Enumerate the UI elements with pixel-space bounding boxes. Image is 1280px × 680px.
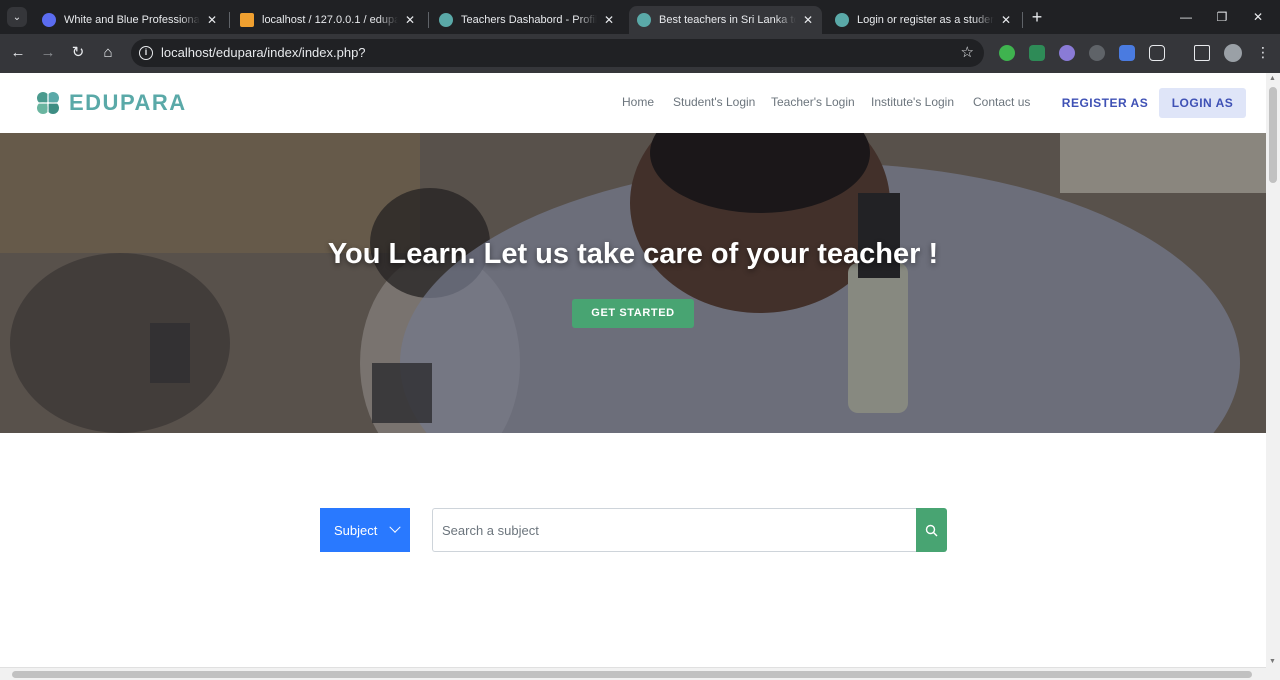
get-started-button[interactable]: GET STARTED	[572, 299, 694, 328]
tab-search-button[interactable]: ⌄	[7, 7, 27, 27]
subject-search-input[interactable]	[432, 508, 916, 552]
tab-favicon-icon	[240, 13, 254, 27]
minimize-window-icon[interactable]: —	[1174, 7, 1198, 27]
site-header: EDUPARA Home Student's Login Teacher's L…	[0, 73, 1266, 133]
close-window-icon[interactable]: ✕	[1246, 7, 1270, 27]
browser-tab[interactable]: localhost / 127.0.0.1 / edupara ✕	[232, 6, 424, 34]
subject-dropdown-label: Subject	[334, 522, 378, 538]
page-viewport: EDUPARA Home Student's Login Teacher's L…	[0, 73, 1266, 667]
horizontal-scrollbar[interactable]	[0, 667, 1266, 680]
browser-tab-strip: ⌄ White and Blue Professional Mo ✕ local…	[0, 0, 1280, 34]
extension-gear-icon[interactable]	[1089, 45, 1105, 61]
site-logo[interactable]: EDUPARA	[34, 89, 187, 117]
tab-title: Teachers Dashabord - Profile | E	[461, 14, 597, 26]
extension-sheet-icon[interactable]	[1029, 45, 1045, 61]
address-url[interactable]: localhost/edupara/index/index.php?	[161, 45, 366, 60]
tab-title: Best teachers in Sri Lanka to bri	[659, 14, 796, 26]
logo-text: EDUPARA	[69, 90, 187, 115]
tab-favicon-icon	[42, 13, 56, 27]
nav-institutes-login[interactable]: Institute's Login	[871, 95, 954, 109]
browser-tab[interactable]: Login or register as a student | ✕	[827, 6, 1020, 34]
tab-favicon-icon	[835, 13, 849, 27]
search-button[interactable]	[916, 508, 947, 552]
tab-favicon-icon	[637, 13, 651, 27]
chevron-down-icon	[389, 521, 402, 533]
browser-menu-icon[interactable]: ⋮	[1256, 44, 1270, 61]
profile-avatar[interactable]	[1224, 44, 1242, 62]
side-panel-icon[interactable]	[1194, 45, 1210, 61]
extension-n-icon[interactable]	[999, 45, 1015, 61]
close-tab-icon[interactable]: ✕	[998, 12, 1014, 28]
hero-overlay	[0, 133, 1266, 433]
bookmark-star-icon[interactable]: ☆	[961, 43, 974, 61]
scrollbar-thumb[interactable]	[1269, 87, 1277, 183]
browser-tab-active[interactable]: Best teachers in Sri Lanka to bri ✕	[629, 6, 822, 34]
close-tab-icon[interactable]: ✕	[402, 12, 418, 28]
subject-dropdown[interactable]: Subject	[320, 508, 410, 552]
forward-arrow-icon[interactable]: →	[38, 43, 58, 63]
restore-window-icon[interactable]: ❐	[1210, 7, 1234, 27]
home-icon[interactable]: ⌂	[98, 43, 118, 63]
tab-separator	[1022, 12, 1023, 28]
tab-separator	[428, 12, 429, 28]
search-icon	[925, 524, 938, 537]
back-arrow-icon[interactable]: ←	[8, 43, 28, 63]
brain-logo-icon	[37, 92, 59, 114]
tab-title: localhost / 127.0.0.1 / edupara	[262, 14, 398, 26]
register-as-button[interactable]: REGISTER AS	[1060, 88, 1150, 118]
scroll-down-arrow-icon[interactable]: ▼	[1269, 658, 1276, 665]
tab-separator	[229, 12, 230, 28]
extension-translate-icon[interactable]	[1119, 45, 1135, 61]
extensions-puzzle-icon[interactable]	[1149, 45, 1165, 61]
subject-search-bar: Subject	[0, 508, 1266, 552]
close-tab-icon[interactable]: ✕	[204, 12, 220, 28]
nav-home[interactable]: Home	[622, 95, 654, 109]
site-info-icon[interactable]: i	[139, 46, 153, 60]
extension-drop-icon[interactable]	[1059, 45, 1075, 61]
nav-students-login[interactable]: Student's Login	[673, 95, 755, 109]
tab-favicon-icon	[439, 13, 453, 27]
scrollbar-corner	[1266, 667, 1280, 680]
scroll-up-arrow-icon[interactable]: ▲	[1269, 75, 1276, 82]
horizontal-scrollbar-thumb[interactable]	[12, 671, 1252, 678]
browser-toolbar: ← → ↻ ⌂ i localhost/edupara/index/index.…	[0, 34, 1280, 73]
address-bar[interactable]: i localhost/edupara/index/index.php? ☆	[131, 39, 984, 67]
vertical-scrollbar[interactable]: ▲ ▼	[1266, 73, 1280, 667]
close-tab-icon[interactable]: ✕	[601, 12, 617, 28]
new-tab-plus-icon[interactable]: +	[1029, 8, 1045, 26]
browser-tab[interactable]: White and Blue Professional Mo ✕	[34, 6, 226, 34]
nav-contact-us[interactable]: Contact us	[973, 95, 1030, 109]
tab-title: Login or register as a student |	[857, 14, 994, 26]
hero-banner: You Learn. Let us take care of your teac…	[0, 133, 1266, 433]
nav-teachers-login[interactable]: Teacher's Login	[771, 95, 855, 109]
reload-icon[interactable]: ↻	[68, 43, 88, 63]
browser-tab[interactable]: Teachers Dashabord - Profile | E ✕	[431, 6, 623, 34]
close-tab-icon[interactable]: ✕	[800, 12, 816, 28]
login-as-button[interactable]: LOGIN AS	[1159, 88, 1246, 118]
tab-title: White and Blue Professional Mo	[64, 14, 200, 26]
hero-title: You Learn. Let us take care of your teac…	[327, 238, 939, 270]
